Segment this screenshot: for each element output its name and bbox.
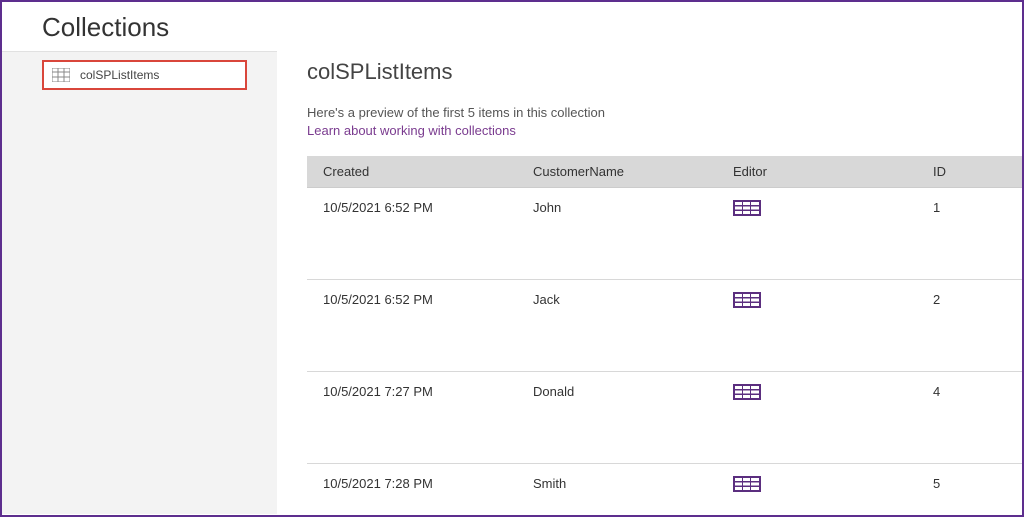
cell-editor [717,188,917,280]
cell-id: 4 [917,372,1022,464]
cell-customername: Smith [517,464,717,515]
page-title: Collections [2,2,1022,51]
cell-created: 10/5/2021 7:27 PM [307,372,517,464]
preview-description: Here's a preview of the first 5 items in… [307,105,1022,120]
main-panel: colSPListItems Here's a preview of the f… [277,51,1022,514]
record-icon [733,292,761,308]
table-icon [52,68,70,82]
table-row[interactable]: 10/5/2021 6:52 PM Jack [307,280,1022,372]
learn-collections-link[interactable]: Learn about working with collections [307,123,516,138]
cell-editor [717,280,917,372]
cell-editor [717,372,917,464]
cell-id: 1 [917,188,1022,280]
column-header-id[interactable]: ID [917,156,1022,188]
column-header-customername[interactable]: CustomerName [517,156,717,188]
cell-customername: John [517,188,717,280]
cell-editor [717,464,917,515]
sidebar-item-label: colSPListItems [80,68,159,82]
table-row[interactable]: 10/5/2021 6:52 PM John [307,188,1022,280]
app-frame: Collections colSPListItems colSPListItem… [0,0,1024,517]
collections-sidebar: colSPListItems [2,51,277,514]
collection-title: colSPListItems [307,59,1022,85]
collection-preview-table: Created CustomerName Editor ID 10/5/2021… [307,156,1022,514]
table-row[interactable]: 10/5/2021 7:27 PM Donald [307,372,1022,464]
record-icon [733,476,761,492]
cell-id: 5 [917,464,1022,515]
cell-created: 10/5/2021 7:28 PM [307,464,517,515]
column-header-created[interactable]: Created [307,156,517,188]
table-row[interactable]: 10/5/2021 7:28 PM Smith [307,464,1022,515]
cell-created: 10/5/2021 6:52 PM [307,280,517,372]
record-icon [733,200,761,216]
content-area: colSPListItems colSPListItems Here's a p… [2,51,1022,514]
table-header-row: Created CustomerName Editor ID [307,156,1022,188]
column-header-editor[interactable]: Editor [717,156,917,188]
cell-customername: Donald [517,372,717,464]
cell-created: 10/5/2021 6:52 PM [307,188,517,280]
cell-id: 2 [917,280,1022,372]
sidebar-item-colsplistitems[interactable]: colSPListItems [42,60,247,90]
record-icon [733,384,761,400]
cell-customername: Jack [517,280,717,372]
